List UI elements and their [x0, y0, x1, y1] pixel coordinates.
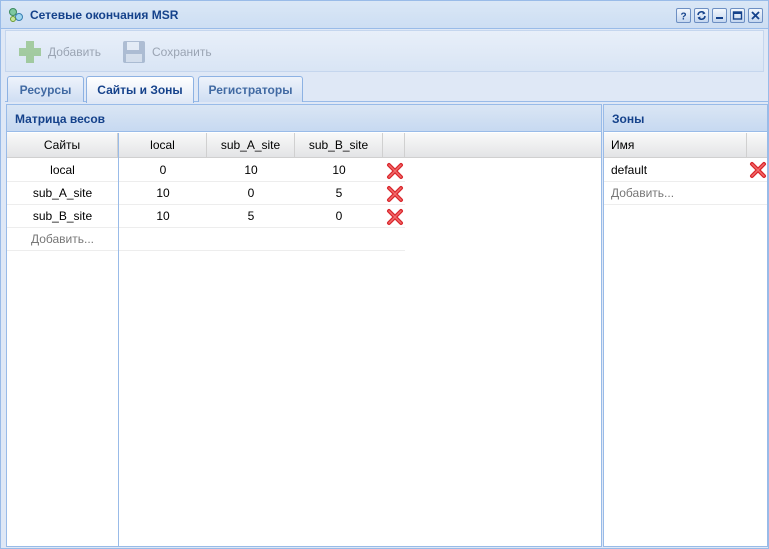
delete-icon[interactable]	[386, 185, 404, 203]
title-bar[interactable]: Сетевые окончания MSR ?	[1, 1, 768, 29]
tab-sites-zones[interactable]: Сайты и Зоны	[86, 76, 194, 103]
site-row[interactable]: sub_B_site	[7, 205, 118, 228]
matrix-row[interactable]: 10 5 0	[119, 205, 405, 228]
svg-text:?: ?	[681, 12, 687, 22]
site-row[interactable]: local	[7, 159, 118, 182]
weight-matrix-panel: Матрица весов Сайты local sub_A_site sub…	[6, 104, 602, 547]
sites-grid-header: Сайты	[7, 133, 118, 158]
add-zone-row[interactable]: Добавить...	[604, 182, 767, 205]
site-name: sub_A_site	[32, 186, 93, 200]
delete-icon[interactable]	[386, 162, 404, 180]
zone-name: default	[611, 163, 648, 177]
toolbar: Добавить Сохранить	[5, 30, 764, 72]
main-window: Сетевые окончания MSR ? Добавить Сохрани…	[0, 0, 769, 549]
site-name: local	[50, 163, 75, 177]
weight-cell[interactable]: 0	[295, 205, 383, 227]
site-row[interactable]: sub_A_site	[7, 182, 118, 205]
minimize-icon[interactable]	[712, 8, 727, 23]
help-icon[interactable]: ?	[676, 8, 691, 23]
delete-icon[interactable]	[386, 208, 404, 226]
tab-strip: Ресурсы Сайты и Зоны Регистраторы	[5, 73, 768, 103]
weight-cell[interactable]: 0	[207, 182, 295, 204]
zones-title: Зоны	[604, 105, 767, 132]
sites-column-header[interactable]: Сайты	[7, 133, 118, 157]
zone-name-column-header[interactable]: Имя	[604, 133, 747, 157]
column-header-local[interactable]: local	[119, 133, 207, 157]
matrix-header-filler	[405, 133, 601, 158]
refresh-icon[interactable]	[694, 8, 709, 23]
matrix-row[interactable]: 10 0 5	[119, 182, 405, 205]
matrix-add-row	[119, 228, 405, 251]
column-header-actions	[383, 133, 405, 157]
zone-row[interactable]: default	[604, 159, 767, 182]
matrix-grid-header: local sub_A_site sub_B_site	[119, 133, 405, 158]
save-button-label: Сохранить	[152, 44, 212, 59]
plus-icon	[16, 38, 44, 66]
weight-cell[interactable]: 10	[119, 205, 207, 227]
weight-cell[interactable]: 5	[295, 182, 383, 204]
save-button[interactable]: Сохранить	[120, 36, 212, 67]
maximize-icon[interactable]	[730, 8, 745, 23]
tab-registrars[interactable]: Регистраторы	[198, 76, 303, 102]
floppy-icon	[120, 38, 148, 66]
zones-grid-header: Имя	[604, 133, 767, 158]
weight-cell[interactable]: 0	[119, 159, 207, 181]
zones-panel: Зоны Имя default Добавить...	[603, 104, 768, 547]
window-title: Сетевые окончания MSR	[30, 8, 179, 22]
weight-matrix-title: Матрица весов	[7, 105, 601, 132]
weight-cell[interactable]: 5	[207, 205, 295, 227]
add-site-link[interactable]: Добавить...	[7, 228, 118, 250]
column-header-sub-a-site[interactable]: sub_A_site	[207, 133, 295, 157]
site-name: sub_B_site	[32, 209, 93, 223]
matrix-row[interactable]: 0 10 10	[119, 159, 405, 182]
app-icon	[8, 7, 24, 23]
tab-resources[interactable]: Ресурсы	[7, 76, 84, 102]
column-header-sub-b-site[interactable]: sub_B_site	[295, 133, 383, 157]
delete-icon[interactable]	[749, 161, 767, 179]
weight-cell[interactable]: 10	[295, 159, 383, 181]
close-icon[interactable]	[748, 8, 763, 23]
weight-cell[interactable]: 10	[207, 159, 295, 181]
add-button[interactable]: Добавить	[16, 36, 101, 67]
weight-cell[interactable]: 10	[119, 182, 207, 204]
add-zone-link[interactable]: Добавить...	[611, 182, 731, 204]
add-button-label: Добавить	[48, 44, 102, 59]
add-site-row[interactable]: Добавить...	[7, 228, 118, 251]
